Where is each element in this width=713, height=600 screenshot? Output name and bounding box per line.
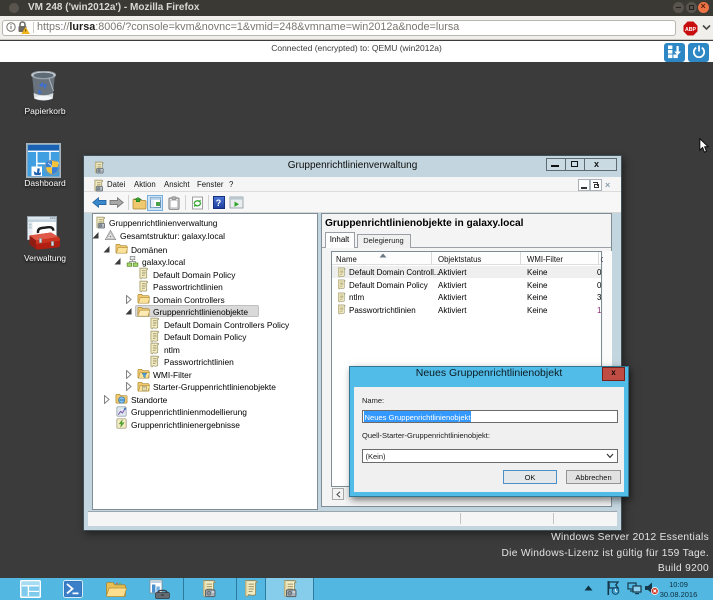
svg-text:ABP: ABP — [685, 26, 696, 32]
